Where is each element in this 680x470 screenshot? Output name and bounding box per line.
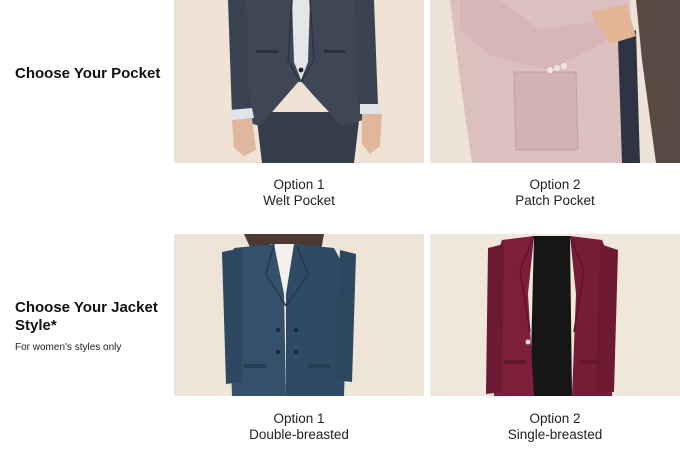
double-breasted-photo[interactable] — [174, 234, 424, 396]
pocket-section: Choose Your Pocket Option 1 Welt Pocket … — [0, 0, 680, 232]
option-number: Option 1 — [273, 411, 325, 426]
pocket-option-welt[interactable]: Option 1 Welt Pocket — [174, 0, 424, 209]
option-number: Option 1 — [273, 177, 325, 192]
patch-pocket-caption: Option 2 Patch Pocket — [430, 177, 680, 209]
jacket-option-double-breasted[interactable]: Option 1 Double-breasted — [174, 234, 424, 443]
double-breasted-caption: Option 1 Double-breasted — [174, 411, 424, 443]
jacket-section-note: For women's styles only — [15, 342, 122, 353]
welt-pocket-photo[interactable] — [174, 0, 424, 163]
jacket-section-title: Choose Your Jacket Style* — [15, 299, 158, 334]
patch-pocket-photo[interactable] — [430, 0, 680, 163]
option-name: Patch Pocket — [515, 193, 595, 208]
welt-pocket-caption: Option 1 Welt Pocket — [174, 177, 424, 209]
single-breasted-caption: Option 2 Single-breasted — [430, 411, 680, 443]
pocket-option-patch[interactable]: Option 2 Patch Pocket — [430, 0, 680, 209]
option-name: Double-breasted — [249, 427, 349, 442]
option-number: Option 2 — [529, 177, 581, 192]
option-number: Option 2 — [529, 411, 581, 426]
jacket-style-section: Choose Your Jacket Style* For women's st… — [0, 232, 680, 470]
pocket-section-title: Choose Your Pocket — [15, 65, 161, 82]
jacket-option-single-breasted[interactable]: Option 2 Single-breasted — [430, 234, 680, 443]
option-name: Single-breasted — [507, 427, 603, 442]
single-breasted-photo[interactable] — [430, 234, 680, 396]
option-name: Welt Pocket — [263, 193, 335, 208]
